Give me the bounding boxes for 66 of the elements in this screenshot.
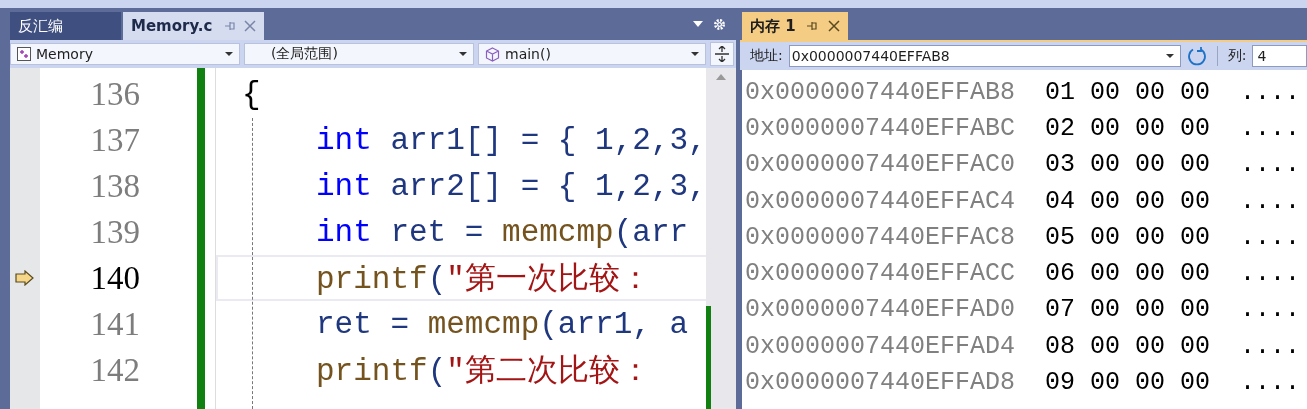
memory-address: 0x0000007440EFFAB8 bbox=[745, 77, 1016, 107]
memory-bytes: 05 00 00 00 bbox=[1045, 222, 1212, 252]
refresh-icon[interactable] bbox=[1186, 46, 1207, 66]
memory-ascii: .... bbox=[1240, 113, 1301, 143]
split-button[interactable] bbox=[710, 42, 734, 66]
navigation-dropdown[interactable]: (全局范围) bbox=[244, 43, 474, 65]
memory-ascii: .... bbox=[1240, 295, 1301, 325]
memory-bytes: 06 00 00 00 bbox=[1045, 259, 1212, 289]
memory-bytes: 07 00 00 00 bbox=[1045, 295, 1212, 325]
memory-ascii: .... bbox=[1240, 368, 1301, 397]
code-line: printf("第一次比较： bbox=[316, 261, 651, 299]
close-icon[interactable] bbox=[827, 20, 840, 32]
code-line: ret = memcmp(arr1, a bbox=[316, 306, 689, 342]
project-icon bbox=[17, 47, 31, 61]
address-label: 地址: bbox=[750, 47, 783, 65]
dropdown-arrow-icon bbox=[1165, 54, 1174, 58]
line-number: 141 bbox=[90, 305, 140, 343]
navigation-dropdown[interactable]: main() bbox=[478, 43, 706, 65]
document-tab[interactable]: 反汇编 bbox=[10, 12, 121, 40]
document-tab[interactable]: Memory.c bbox=[123, 12, 265, 40]
memory-address: 0x0000007440EFFAD4 bbox=[745, 331, 1016, 361]
memory-bytes: 08 00 00 00 bbox=[1045, 331, 1212, 361]
navigation-dropdown[interactable]: Memory bbox=[10, 43, 240, 65]
memory-ascii: .... bbox=[1240, 77, 1301, 107]
memory-address: 0x0000007440EFFAD8 bbox=[745, 368, 1016, 397]
memory-address: 0x0000007440EFFAC4 bbox=[745, 186, 1016, 216]
dropdown-arrow-icon bbox=[459, 52, 467, 56]
code-line: { bbox=[242, 76, 261, 112]
memory-bytes: 02 00 00 00 bbox=[1045, 113, 1212, 143]
line-number: 137 bbox=[90, 121, 140, 159]
memory-bytes: 09 00 00 00 bbox=[1045, 368, 1212, 397]
memory-address: 0x0000007440EFFAD0 bbox=[745, 295, 1016, 325]
line-number: 142 bbox=[90, 351, 140, 389]
memory-bytes: 01 00 00 00 bbox=[1045, 77, 1212, 107]
address-field[interactable]: 0x0000007440EFFAB8 bbox=[788, 45, 1181, 67]
pin-icon[interactable] bbox=[805, 20, 818, 32]
code-line: int ret = memcmp(arr bbox=[316, 214, 689, 250]
pin-icon[interactable] bbox=[224, 20, 237, 32]
memory-ascii: .... bbox=[1240, 186, 1301, 216]
cube-icon bbox=[485, 46, 500, 62]
columns-field[interactable]: 4 bbox=[1252, 45, 1307, 67]
memory-ascii: .... bbox=[1240, 150, 1301, 180]
code-line: int arr2[] = { 1,2,3, bbox=[316, 168, 706, 204]
close-icon[interactable] bbox=[244, 20, 257, 32]
memory-address: 0x0000007440EFFACC bbox=[745, 259, 1016, 289]
dropdown-icon[interactable] bbox=[693, 21, 703, 27]
line-number: 140 bbox=[90, 259, 140, 297]
memory-bytes: 03 00 00 00 bbox=[1045, 150, 1212, 180]
memory-ascii: .... bbox=[1240, 222, 1301, 252]
dropdown-arrow-icon bbox=[225, 52, 233, 56]
memory-ascii: .... bbox=[1240, 331, 1301, 361]
memory-bytes: 04 00 00 00 bbox=[1045, 186, 1212, 216]
memory-address: 0x0000007440EFFAC8 bbox=[745, 222, 1016, 252]
scroll-up-icon[interactable] bbox=[716, 74, 726, 80]
line-number: 139 bbox=[90, 213, 140, 251]
line-number: 136 bbox=[90, 75, 140, 113]
code-line: printf("第二次比较： bbox=[316, 353, 651, 391]
settings-icon[interactable] bbox=[713, 17, 726, 31]
columns-label: 列: bbox=[1227, 47, 1247, 65]
memory-address: 0x0000007440EFFAC0 bbox=[745, 150, 1016, 180]
memory-address: 0x0000007440EFFABC bbox=[745, 113, 1016, 143]
line-number: 138 bbox=[90, 167, 140, 205]
code-line: int arr1[] = { 1,2,3, bbox=[316, 122, 706, 158]
memory-ascii: .... bbox=[1240, 259, 1301, 289]
dropdown-arrow-icon bbox=[691, 52, 699, 56]
memory-tab[interactable]: 内存 1 bbox=[742, 12, 848, 40]
